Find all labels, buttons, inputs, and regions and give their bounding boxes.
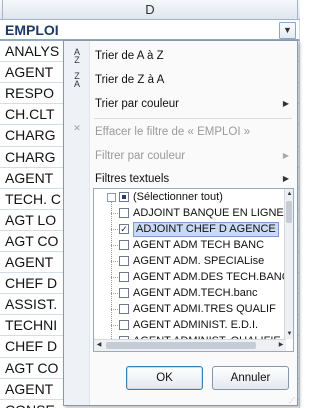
list-item-select-all[interactable]: (Sélectionner tout) xyxy=(94,189,284,205)
submenu-arrow-icon: ▶ xyxy=(282,174,289,183)
menu-sort-az[interactable]: AZ Trier de A à Z xyxy=(64,45,297,67)
checkbox-checked[interactable]: ✓ xyxy=(119,224,129,234)
checkbox[interactable] xyxy=(119,288,129,298)
list-item[interactable]: AGENT ADM. SPECIALise xyxy=(94,253,284,269)
dropdown-arrow-icon: ▼ xyxy=(283,25,292,35)
column-border-right xyxy=(297,0,298,19)
filter-values-list[interactable]: (Sélectionner tout) ADJOINT BANQUE EN LI… xyxy=(93,188,294,352)
list-item-label: AGENT ADMI.TRES QUALIF xyxy=(133,303,276,315)
column-header[interactable]: D xyxy=(0,0,300,20)
list-item-label: AGENT ADM. SPECIALise xyxy=(133,255,265,267)
scroll-down-icon[interactable]: ▼ xyxy=(285,329,293,339)
column-letter: D xyxy=(145,2,155,17)
sort-az-icon: AZ xyxy=(73,47,80,65)
list-item[interactable]: AGENT ADM.DES TECH.BANC xyxy=(94,269,290,285)
list-item[interactable]: ✓ ADJOINT CHEF D AGENCE xyxy=(94,221,284,237)
scroll-thumb[interactable] xyxy=(106,342,256,349)
menu-text-filters-label: Filtres textuels xyxy=(95,173,170,185)
list-item[interactable]: AGENT ADMINIST. E.D.I. xyxy=(94,317,284,333)
menu-filter-by-color[interactable]: Filtrer par couleur ▶ xyxy=(64,145,297,167)
ok-button[interactable]: OK xyxy=(126,366,203,390)
checkbox[interactable] xyxy=(119,320,129,330)
list-item[interactable]: AGENT ADMI.TRES QUALIF xyxy=(94,301,284,317)
cancel-button[interactable]: Annuler xyxy=(212,366,289,390)
checkbox[interactable] xyxy=(119,304,129,314)
resize-grip-icon[interactable]: ⋰ xyxy=(289,397,297,405)
scroll-up-icon[interactable]: ▲ xyxy=(285,189,293,199)
clear-filter-icon: ✕ xyxy=(73,123,81,133)
menu-sort-by-color[interactable]: Trier par couleur ▶ xyxy=(64,93,297,115)
menu-clear-filter[interactable]: ✕ Effacer le filtre de « EMPLOI » xyxy=(64,121,297,143)
list-item-label: AGENT ADM.TECH.banc xyxy=(133,287,258,299)
sort-za-icon: ZA xyxy=(73,71,80,89)
list-item[interactable]: AGENT ADM TECH BANC xyxy=(94,237,284,253)
list-item-label: ADJOINT BANQUE EN LIGNE xyxy=(133,207,284,219)
menu-clear-filter-label: Effacer le filtre de « EMPLOI » xyxy=(95,126,251,138)
menu-sort-az-label: Trier de A à Z xyxy=(95,50,164,62)
menu-sort-za-label: Trier de Z à A xyxy=(95,74,165,86)
menu-separator xyxy=(94,118,292,119)
list-item-label: ADJOINT CHEF D AGENCE xyxy=(133,222,279,237)
list-item-label: AGENT ADMINIST. E.D.I. xyxy=(133,319,259,331)
checkbox[interactable] xyxy=(119,272,129,282)
scroll-thumb[interactable] xyxy=(286,201,292,223)
list-item-label: AGENT ADM TECH BANC xyxy=(133,239,265,251)
list-item-label: AGENT ADM.DES TECH.BANC xyxy=(133,271,290,283)
list-item-label: (Sélectionner tout) xyxy=(133,191,223,203)
scroll-right-icon[interactable]: ▶ xyxy=(276,340,286,351)
checkbox[interactable] xyxy=(119,240,129,250)
list-item[interactable]: ADJOINT BANQUE EN LIGNE xyxy=(94,205,284,221)
column-border-left xyxy=(2,0,3,19)
submenu-arrow-icon: ▶ xyxy=(282,151,289,160)
menu-filter-by-color-label: Filtrer par couleur xyxy=(95,150,186,162)
horizontal-scrollbar[interactable]: ◀ ▶ xyxy=(94,339,286,351)
list-item[interactable]: AGENT ADM.TECH.banc xyxy=(94,285,284,301)
vertical-scrollbar[interactable]: ▲ ▼ xyxy=(284,189,293,339)
cell-header[interactable]: EMPLOI xyxy=(0,20,300,42)
menu-sort-by-color-label: Trier par couleur xyxy=(95,98,179,110)
submenu-arrow-icon: ▶ xyxy=(282,99,289,108)
menu-sort-za[interactable]: ZA Trier de Z à A xyxy=(64,69,297,91)
scroll-left-icon[interactable]: ◀ xyxy=(94,340,104,351)
checkbox-select-all[interactable] xyxy=(119,192,129,202)
checkbox[interactable] xyxy=(119,208,129,218)
filter-dropdown-button[interactable]: ▼ xyxy=(279,22,296,39)
menu-text-filters[interactable]: Filtres textuels ▶ xyxy=(64,168,297,190)
checkbox[interactable] xyxy=(119,256,129,266)
